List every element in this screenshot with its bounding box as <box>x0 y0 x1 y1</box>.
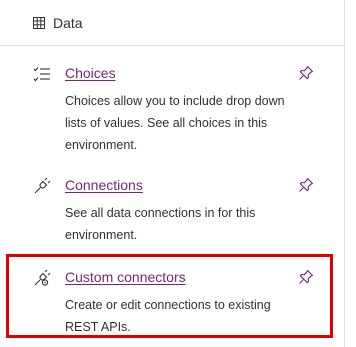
list-item-connections: Connections See all data connections in … <box>0 170 344 250</box>
list-item-custom-connectors: Custom connectors Create or edit connect… <box>0 262 344 342</box>
choices-description: Choices allow you to include drop down l… <box>65 94 285 152</box>
custom-connectors-link[interactable]: Custom connectors <box>65 269 186 285</box>
plug-gear-icon <box>33 269 51 287</box>
pin-icon[interactable] <box>297 268 315 286</box>
choices-link[interactable]: Choices <box>65 65 116 81</box>
list-item-choices: Choices Choices allow you to include dro… <box>0 58 344 158</box>
table-icon <box>33 16 45 29</box>
plug-icon <box>33 177 51 195</box>
data-panel: Data Choices Choices allow you to includ… <box>0 0 345 347</box>
connections-link[interactable]: Connections <box>65 177 143 193</box>
section-title: Data <box>53 14 83 31</box>
data-section-header: Data <box>0 0 344 46</box>
pin-icon[interactable] <box>297 176 315 194</box>
custom-connectors-description: Create or edit connections to existing R… <box>65 298 271 334</box>
connections-description: See all data connections in for this env… <box>65 206 256 242</box>
pin-icon[interactable] <box>297 64 315 82</box>
list-icon <box>33 65 51 83</box>
